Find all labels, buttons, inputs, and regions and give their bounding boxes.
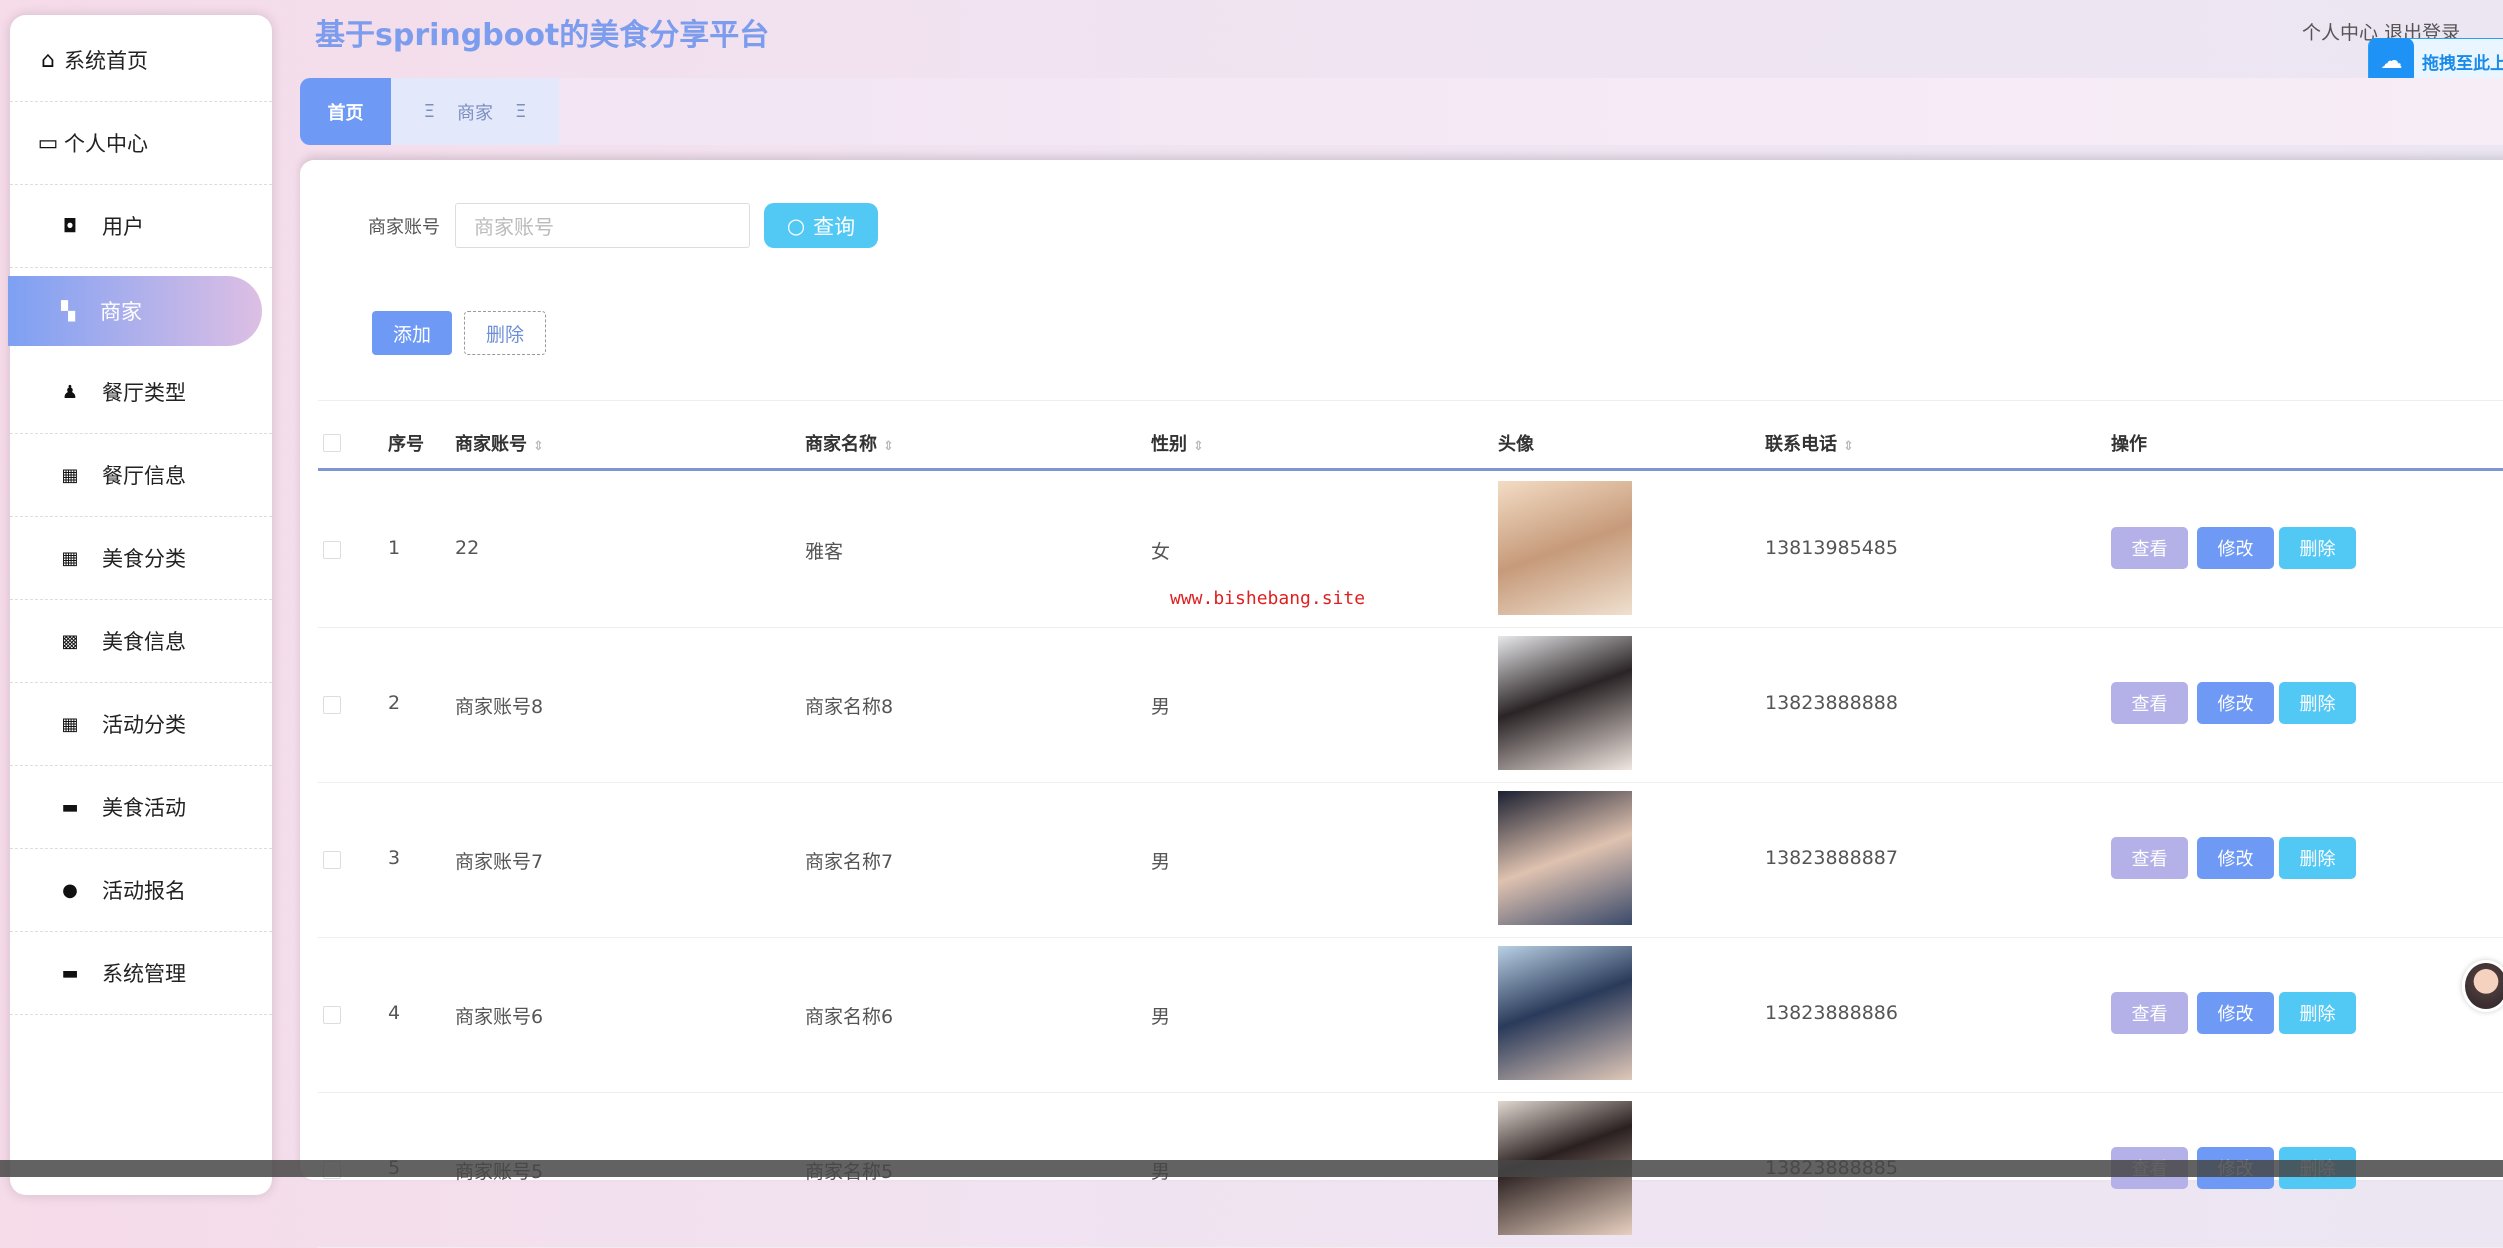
row-checkbox[interactable] — [323, 696, 341, 714]
sidebar-item-restaurant-types[interactable]: ♟餐厅类型 — [10, 351, 272, 434]
divider — [318, 400, 2503, 401]
edit-button[interactable]: 修改 — [2197, 837, 2274, 879]
table-row: 2 商家账号8 商家名称8 男 13823888888 查看 修改 删除 — [318, 628, 2503, 783]
row-checkbox[interactable] — [323, 851, 341, 869]
sidebar-item-home[interactable]: ⌂系统首页 — [10, 19, 272, 102]
cell-phone: 13813985485 — [1765, 537, 1898, 559]
delete-button[interactable]: 删除 — [2279, 527, 2356, 569]
tab-home[interactable]: 首页 — [300, 78, 391, 145]
sidebar-item-food-categories[interactable]: ▦美食分类 — [10, 517, 272, 600]
header-actions: 操作 — [2111, 430, 2147, 456]
assistant-avatar[interactable] — [2462, 960, 2503, 1012]
avatar-image[interactable] — [1498, 481, 1632, 615]
profile-link[interactable]: 个人中心 — [2302, 22, 2378, 44]
bulb-icon: ● — [58, 880, 82, 901]
cell-name: 商家名称8 — [805, 692, 893, 719]
tab-bar: 首页 Ξ商家Ξ — [300, 78, 2503, 145]
cell-name: 雅客 — [805, 537, 843, 564]
delete-button[interactable]: 删除 — [2279, 682, 2356, 724]
delete-button[interactable]: 删除 — [2279, 837, 2356, 879]
sidebar-item-profile[interactable]: ▭个人中心 — [10, 102, 272, 185]
grid-icon: ▦ — [58, 714, 82, 735]
header-phone[interactable]: 联系电话⇕ — [1765, 430, 1854, 456]
header-avatar: 头像 — [1498, 430, 1534, 456]
grid-icon: ▦ — [58, 548, 82, 569]
sort-icon: ⇕ — [533, 439, 544, 454]
cell-no: 1 — [388, 537, 400, 559]
header-no: 序号 — [388, 430, 424, 456]
cell-no: 4 — [388, 1002, 400, 1024]
row-checkbox[interactable] — [323, 541, 341, 559]
sort-icon: ⇕ — [1193, 439, 1204, 454]
bulk-delete-button[interactable]: 删除 — [464, 311, 546, 355]
view-button[interactable]: 查看 — [2111, 682, 2188, 724]
search-button[interactable]: ○查询 — [764, 203, 878, 248]
profile-card-icon: ▭ — [36, 131, 60, 156]
cell-name: 商家名称7 — [805, 847, 893, 874]
edit-button[interactable]: 修改 — [2197, 682, 2274, 724]
cell-no: 3 — [388, 847, 400, 869]
sidebar-item-merchants[interactable]: ▚商家 — [8, 276, 262, 346]
menu-icon: Ξ — [515, 101, 526, 122]
header-name[interactable]: 商家名称⇕ — [805, 430, 894, 456]
cell-phone: 13823888886 — [1765, 1002, 1898, 1024]
sidebar-item-food-activities[interactable]: ▬美食活动 — [10, 766, 272, 849]
sidebar-item-restaurant-info[interactable]: ▦餐厅信息 — [10, 434, 272, 517]
cell-no: 2 — [388, 692, 400, 714]
cell-phone: 13823888888 — [1765, 692, 1898, 714]
page-title: 基于springboot的美食分享平台 — [315, 10, 769, 54]
cell-account: 商家账号6 — [455, 1002, 543, 1029]
home-icon: ⌂ — [36, 48, 60, 73]
view-button[interactable]: 查看 — [2111, 837, 2188, 879]
search-input[interactable]: 商家账号 — [455, 203, 750, 248]
table-row: 1 22 雅客 女 13813985485 查看 修改 删除 — [318, 473, 2503, 628]
cell-account: 22 — [455, 537, 479, 559]
avatar-image[interactable] — [1498, 636, 1632, 770]
header-account[interactable]: 商家账号⇕ — [455, 430, 544, 456]
view-button[interactable]: 查看 — [2111, 992, 2188, 1034]
edit-button[interactable]: 修改 — [2197, 992, 2274, 1034]
view-button[interactable]: 查看 — [2111, 527, 2188, 569]
grid-icon: ▦ — [58, 465, 82, 486]
grid-icon: ▚ — [56, 301, 80, 322]
search-icon: ○ — [787, 214, 805, 238]
select-all-checkbox[interactable] — [323, 434, 341, 452]
edit-button[interactable]: 修改 — [2197, 527, 2274, 569]
stamp-icon: ♟ — [58, 382, 82, 403]
cell-gender: 男 — [1151, 847, 1170, 874]
sort-icon: ⇕ — [1843, 439, 1854, 454]
delete-button[interactable]: 删除 — [2279, 992, 2356, 1034]
table-header: 序号 商家账号⇕ 商家名称⇕ 性别⇕ 头像 联系电话⇕ 操作 — [318, 415, 2503, 471]
sidebar-item-users[interactable]: ◘用户 — [10, 185, 272, 268]
sidebar-item-activity-categories[interactable]: ▦活动分类 — [10, 683, 272, 766]
sidebar: ⌂系统首页 ▭个人中心 ◘用户 ▚商家 ♟餐厅类型 ▦餐厅信息 ▦美食分类 ▩美… — [10, 15, 272, 1195]
header-gender[interactable]: 性别⇕ — [1151, 430, 1204, 456]
video-control-bar — [0, 1160, 2503, 1177]
sidebar-item-food-info[interactable]: ▩美食信息 — [10, 600, 272, 683]
wallet-icon: ◘ — [58, 216, 82, 237]
cell-account: 商家账号7 — [455, 847, 543, 874]
cell-gender: 男 — [1151, 1002, 1170, 1029]
ticket-icon: ▬ — [58, 797, 82, 818]
sort-icon: ⇕ — [883, 439, 894, 454]
tab-merchants[interactable]: Ξ商家Ξ — [391, 78, 559, 145]
avatar-image[interactable] — [1498, 946, 1632, 1080]
sidebar-item-system[interactable]: ▬系统管理 — [10, 932, 272, 1015]
cell-gender: 女 — [1151, 537, 1170, 564]
cell-gender: 男 — [1151, 692, 1170, 719]
table-row: 4 商家账号6 商家名称6 男 13823888886 查看 修改 删除 — [318, 938, 2503, 1093]
watermark: www.bishebang.site — [1170, 588, 1365, 609]
grid-nine-icon: ▩ — [58, 631, 82, 652]
cell-account: 商家账号8 — [455, 692, 543, 719]
row-checkbox[interactable] — [323, 1006, 341, 1024]
search-label: 商家账号 — [368, 213, 440, 239]
cell-name: 商家名称6 — [805, 1002, 893, 1029]
cell-phone: 13823888887 — [1765, 847, 1898, 869]
avatar-image[interactable] — [1498, 791, 1632, 925]
table-row: 3 商家账号7 商家名称7 男 13823888887 查看 修改 删除 — [318, 783, 2503, 938]
briefcase-icon: ▬ — [58, 963, 82, 984]
add-button[interactable]: 添加 — [372, 311, 452, 355]
menu-icon: Ξ — [424, 101, 435, 122]
sidebar-item-activity-signup[interactable]: ●活动报名 — [10, 849, 272, 932]
